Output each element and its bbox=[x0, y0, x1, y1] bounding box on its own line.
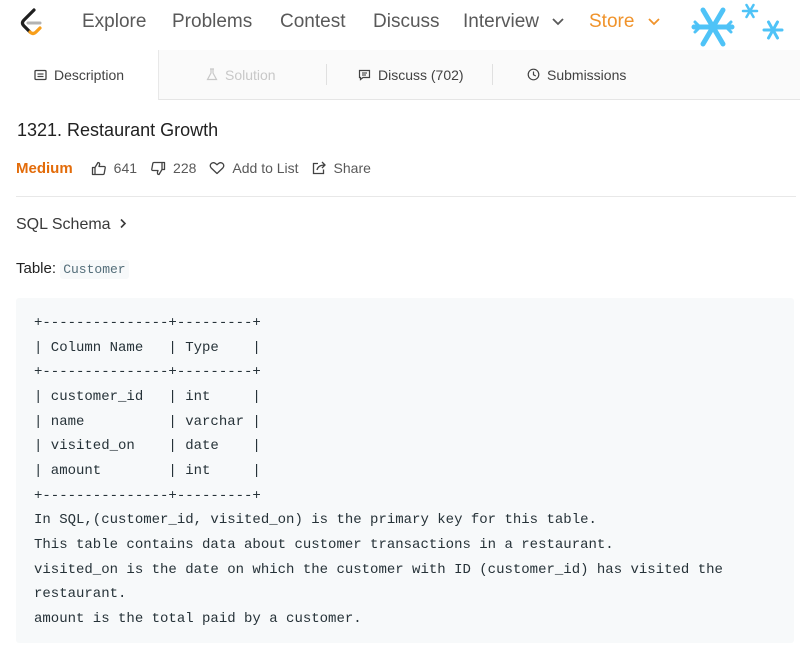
tab-divider bbox=[326, 64, 327, 85]
description-icon bbox=[34, 69, 47, 81]
add-to-list-button[interactable]: Add to List bbox=[209, 160, 299, 176]
code-line: | name | varchar | bbox=[34, 414, 261, 430]
sql-schema-link[interactable]: SQL Schema bbox=[16, 216, 127, 234]
chevron-down-icon bbox=[552, 18, 564, 26]
code-line: +---------------+---------+ bbox=[34, 364, 261, 380]
tab-divider bbox=[492, 64, 493, 85]
code-line: | customer_id | int | bbox=[34, 389, 261, 405]
comment-icon bbox=[358, 69, 371, 81]
leetcode-logo-icon[interactable] bbox=[18, 8, 46, 38]
header-divider bbox=[16, 196, 796, 197]
heart-icon bbox=[209, 162, 225, 175]
problem-tabs: Description Solution Discuss (702) Submi… bbox=[0, 50, 800, 100]
add-to-list-label: Add to List bbox=[232, 160, 299, 176]
snowflake-small-icon bbox=[741, 3, 759, 19]
dislike-button[interactable]: 228 bbox=[150, 160, 196, 176]
share-label: Share bbox=[333, 160, 371, 176]
like-count: 641 bbox=[113, 160, 138, 176]
flask-icon bbox=[206, 68, 218, 81]
code-line: | Column Name | Type | bbox=[34, 340, 261, 356]
nav-contest[interactable]: Contest bbox=[280, 11, 345, 33]
snowflake-icon bbox=[691, 7, 735, 47]
thumbs-down-icon bbox=[151, 161, 166, 175]
nav-problems[interactable]: Problems bbox=[172, 11, 252, 33]
code-line: +---------------+---------+ bbox=[34, 488, 261, 504]
code-line: visited_on is the date on which the cust… bbox=[34, 562, 723, 578]
tab-solution-label: Solution bbox=[225, 66, 276, 83]
difficulty-badge: Medium bbox=[16, 159, 73, 177]
code-line: In SQL,(customer_id, visited_on) is the … bbox=[34, 512, 597, 528]
tab-solution: Solution bbox=[206, 50, 276, 99]
tab-submissions-label: Submissions bbox=[547, 66, 627, 83]
like-button[interactable]: 641 bbox=[91, 160, 137, 176]
tab-submissions[interactable]: Submissions bbox=[527, 50, 626, 99]
clock-icon bbox=[527, 68, 540, 81]
sql-schema-label: SQL Schema bbox=[16, 216, 111, 233]
schema-code-block: +---------------+---------+ | Column Nam… bbox=[16, 298, 794, 643]
snowflake-medium-icon bbox=[762, 20, 784, 40]
thumbs-up-icon bbox=[91, 161, 106, 175]
top-navbar: Explore Problems Contest Discuss Intervi… bbox=[0, 0, 800, 51]
table-label: Table: Customer bbox=[16, 260, 129, 279]
code-line: | visited_on | date | bbox=[34, 438, 261, 454]
code-line: +---------------+---------+ bbox=[34, 315, 261, 331]
nav-discuss[interactable]: Discuss bbox=[373, 11, 440, 33]
code-line: This table contains data about customer … bbox=[34, 537, 614, 553]
table-name-code: Customer bbox=[60, 260, 129, 279]
nav-interview[interactable]: Interview bbox=[463, 11, 564, 33]
tab-description[interactable]: Description bbox=[0, 50, 159, 100]
tab-discuss[interactable]: Discuss (702) bbox=[358, 50, 464, 99]
tab-discuss-label: Discuss (702) bbox=[378, 66, 464, 83]
share-icon bbox=[312, 161, 326, 175]
chevron-right-icon bbox=[120, 218, 127, 229]
code-line: restaurant. bbox=[34, 586, 127, 602]
nav-explore[interactable]: Explore bbox=[82, 11, 146, 33]
chevron-down-icon bbox=[648, 18, 660, 26]
problem-title: 1321. Restaurant Growth bbox=[17, 120, 219, 140]
dislike-count: 228 bbox=[173, 160, 197, 176]
code-line: | amount | int | bbox=[34, 463, 261, 479]
nav-interview-label: Interview bbox=[463, 11, 540, 32]
problem-meta-bar: Medium 641 228 Add to List Share bbox=[16, 157, 384, 179]
code-line: amount is the total paid by a customer. bbox=[34, 611, 362, 627]
nav-store[interactable]: Store bbox=[589, 11, 660, 33]
table-label-text: Table: bbox=[16, 260, 61, 277]
tab-description-label: Description bbox=[53, 67, 125, 83]
share-button[interactable]: Share bbox=[312, 160, 371, 176]
nav-store-label: Store bbox=[589, 11, 635, 32]
